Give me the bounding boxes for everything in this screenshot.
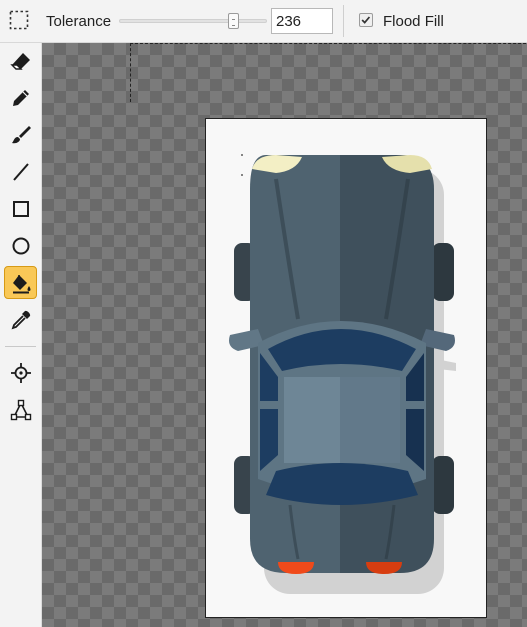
- toolbar-separator: [5, 346, 36, 347]
- tolerance-slider[interactable]: [119, 13, 267, 29]
- node-path-icon: [10, 399, 31, 420]
- selection-marquee-icon[interactable]: [9, 10, 29, 30]
- pencil-tool-button[interactable]: [4, 81, 37, 114]
- line-tool-button[interactable]: [4, 155, 37, 188]
- selection-marquee[interactable]: [130, 43, 527, 102]
- tolerance-slider-thumb[interactable]: [228, 13, 239, 29]
- eraser-icon: [9, 52, 30, 70]
- eyedropper-tool-button[interactable]: [4, 303, 37, 336]
- options-bar: Tolerance Flood Fill: [0, 0, 527, 43]
- pencil-icon: [12, 89, 29, 106]
- ellipse-tool-button[interactable]: [4, 229, 37, 262]
- canvas-area[interactable]: [42, 43, 527, 627]
- ellipse-icon: [12, 237, 29, 254]
- paint-bucket-tool-button[interactable]: [4, 266, 37, 299]
- tolerance-label: Tolerance: [46, 13, 112, 30]
- rectangle-tool-button[interactable]: [4, 192, 37, 225]
- image-frame[interactable]: [205, 118, 487, 618]
- tolerance-input[interactable]: [271, 8, 333, 34]
- tolerance-slider-track[interactable]: [119, 19, 267, 23]
- flood-fill-label: Flood Fill: [383, 13, 444, 30]
- eraser-tool-button[interactable]: [4, 44, 37, 77]
- rectangle-icon: [12, 200, 29, 217]
- flood-fill-checkbox[interactable]: [359, 13, 373, 27]
- pan-target-tool-button[interactable]: [4, 356, 37, 389]
- node-path-tool-button[interactable]: [4, 393, 37, 426]
- brush-tool-button[interactable]: [4, 118, 37, 151]
- pan-target-icon: [10, 362, 31, 383]
- options-divider: [343, 5, 344, 37]
- paint-bucket-icon: [12, 274, 30, 293]
- line-icon: [12, 162, 29, 181]
- tool-sidebar: [0, 43, 42, 627]
- checkmark-icon: [361, 16, 371, 24]
- brush-icon: [11, 125, 31, 143]
- car-top-view-image: [229, 154, 456, 594]
- eyedropper-icon: [11, 310, 30, 329]
